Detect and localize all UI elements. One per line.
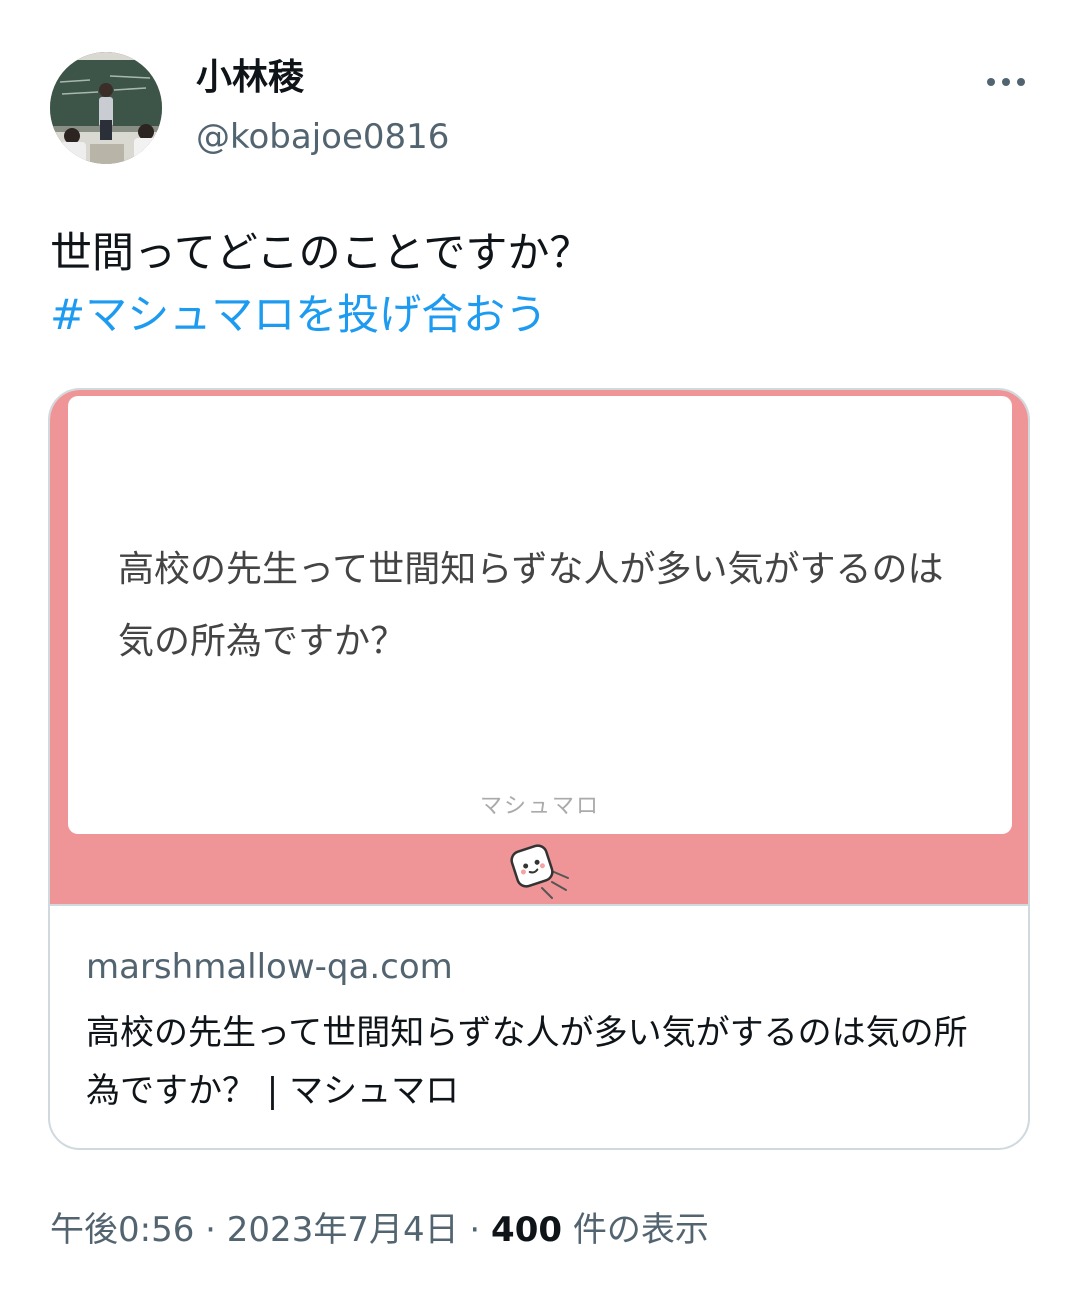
tweet-text: 世間ってどこのことですか？ #マシュマロを投げ合おう [50, 222, 1030, 346]
card-title: 高校の先生って世間知らずな人が多い気がするのは気の所為ですか？ | マシュマロ [86, 1013, 968, 1111]
tweet-time[interactable]: 午後0:56 [50, 1210, 194, 1250]
views-count[interactable]: 400 [491, 1210, 562, 1250]
more-horizontal-icon [987, 78, 1025, 86]
marshmallow-icon [510, 844, 569, 899]
views-label: 件の表示 [572, 1210, 709, 1250]
avatar-image [50, 52, 162, 164]
author-handle[interactable]: @kobajoe0816 [196, 116, 449, 158]
card-divider [50, 904, 1028, 906]
author-display-name[interactable]: 小林稜 [196, 56, 304, 100]
tweet-body: 世間ってどこのことですか？ [50, 228, 592, 277]
card-question-box: 高校の先生って世間知らずな人が多い気がするのは気の所為ですか？ マシュマロ [68, 396, 1012, 834]
meta-separator: · [205, 1210, 216, 1250]
tweet-date[interactable]: 2023年7月4日 [227, 1210, 459, 1250]
hashtag-link[interactable]: #マシュマロを投げ合おう [50, 284, 1030, 346]
link-card[interactable]: 高校の先生って世間知らずな人が多い気がするのは気の所為ですか？ マシュマロ ma… [48, 388, 1030, 1150]
avatar[interactable] [50, 52, 162, 164]
card-domain: marshmallow-qa.com [86, 947, 453, 987]
tweet-meta: 午後0:56 · 2023年7月4日 · 400 件の表示 [50, 1206, 709, 1254]
card-brand-label: マシュマロ [479, 794, 600, 819]
more-options-button[interactable] [980, 64, 1032, 100]
meta-separator: · [469, 1210, 481, 1250]
card-image: 高校の先生って世間知らずな人が多い気がするのは気の所為ですか？ マシュマロ [50, 390, 1028, 904]
card-question-text: 高校の先生って世間知らずな人が多い気がするのは気の所為ですか？ [118, 549, 944, 662]
